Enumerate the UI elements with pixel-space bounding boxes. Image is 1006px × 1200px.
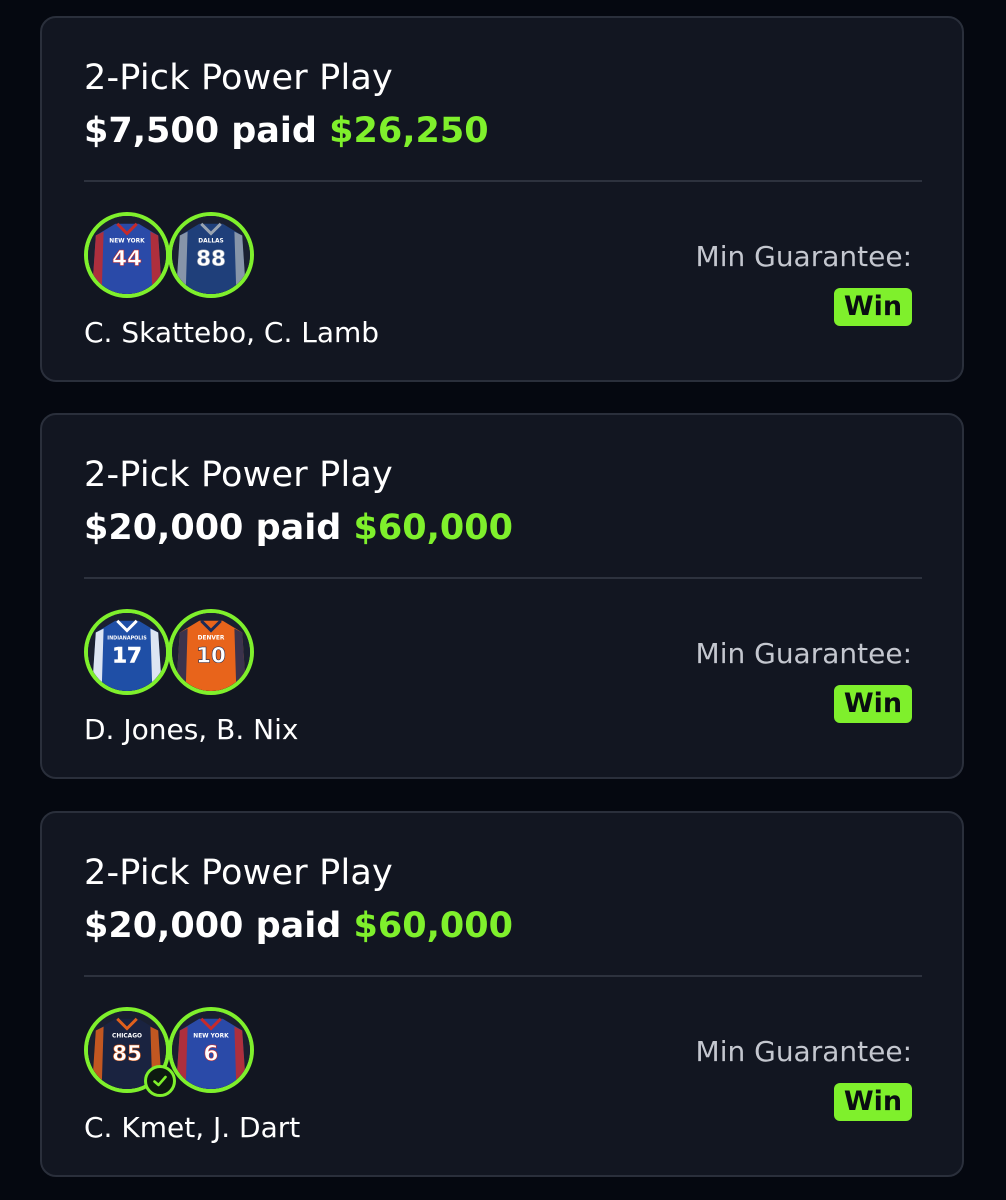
svg-text:6: 6 xyxy=(204,1042,219,1067)
check-circle-icon xyxy=(144,1065,176,1097)
svg-text:NEW YORK: NEW YORK xyxy=(109,238,145,244)
win-badge: Win xyxy=(834,685,912,723)
player-names: D. Jones, B. Nix xyxy=(84,713,299,746)
player-jersey-avatar: INDIANAPOLIS 17 xyxy=(84,609,170,695)
player-avatars: CHICAGO 85 NEW YORK 6 xyxy=(84,1007,256,1097)
entry-amounts: $20,000 paid $60,000 xyxy=(84,508,513,548)
entry-amounts: $20,000 paid $60,000 xyxy=(84,906,513,946)
player-names: C. Kmet, J. Dart xyxy=(84,1111,301,1144)
jersey-icon: DALLAS 88 xyxy=(172,216,250,294)
entries-list: 2-Pick Power Play $7,500 paid $26,250 NE… xyxy=(0,0,1006,1200)
divider xyxy=(84,577,922,579)
svg-text:17: 17 xyxy=(112,644,142,669)
player-avatars: INDIANAPOLIS 17 DENVER 10 xyxy=(84,609,256,695)
entry-title: 2-Pick Power Play xyxy=(84,853,393,893)
divider xyxy=(84,975,922,977)
svg-text:CHICAGO: CHICAGO xyxy=(112,1033,142,1039)
svg-text:DENVER: DENVER xyxy=(198,635,225,641)
svg-text:85: 85 xyxy=(112,1042,142,1067)
jersey-icon: INDIANAPOLIS 17 xyxy=(88,613,166,691)
entry-title: 2-Pick Power Play xyxy=(84,455,393,495)
payout-amount: $60,000 xyxy=(353,508,513,548)
payout-amount: $26,250 xyxy=(329,111,489,151)
win-badge: Win xyxy=(834,288,912,326)
payout-amount: $60,000 xyxy=(353,906,513,946)
svg-text:88: 88 xyxy=(196,247,226,272)
svg-text:INDIANAPOLIS: INDIANAPOLIS xyxy=(107,635,147,641)
entry-card[interactable]: 2-Pick Power Play $7,500 paid $26,250 NE… xyxy=(40,16,964,382)
svg-text:10: 10 xyxy=(196,644,226,669)
entry-title: 2-Pick Power Play xyxy=(84,58,393,98)
min-guarantee-label: Min Guarantee: xyxy=(695,1035,912,1068)
svg-text:DALLAS: DALLAS xyxy=(198,238,224,244)
jersey-icon: DENVER 10 xyxy=(172,613,250,691)
player-jersey-avatar: NEW YORK 44 xyxy=(84,212,170,298)
entry-card[interactable]: 2-Pick Power Play $20,000 paid $60,000 C… xyxy=(40,811,964,1177)
min-guarantee-label: Min Guarantee: xyxy=(695,240,912,273)
jersey-icon: NEW YORK 44 xyxy=(88,216,166,294)
paid-amount: $7,500 paid xyxy=(84,111,317,151)
player-names: C. Skattebo, C. Lamb xyxy=(84,316,380,349)
jersey-icon: NEW YORK 6 xyxy=(172,1011,250,1089)
player-jersey-avatar: DENVER 10 xyxy=(168,609,254,695)
paid-amount: $20,000 paid xyxy=(84,906,342,946)
paid-amount: $20,000 paid xyxy=(84,508,342,548)
svg-text:44: 44 xyxy=(112,247,142,272)
entry-card[interactable]: 2-Pick Power Play $20,000 paid $60,000 I… xyxy=(40,413,964,779)
player-jersey-avatar: NEW YORK 6 xyxy=(168,1007,254,1093)
svg-text:NEW YORK: NEW YORK xyxy=(193,1033,229,1039)
win-badge: Win xyxy=(834,1083,912,1121)
player-jersey-avatar: DALLAS 88 xyxy=(168,212,254,298)
divider xyxy=(84,180,922,182)
player-avatars: NEW YORK 44 DALLAS 88 xyxy=(84,212,256,298)
entry-amounts: $7,500 paid $26,250 xyxy=(84,111,489,151)
min-guarantee-label: Min Guarantee: xyxy=(695,637,912,670)
